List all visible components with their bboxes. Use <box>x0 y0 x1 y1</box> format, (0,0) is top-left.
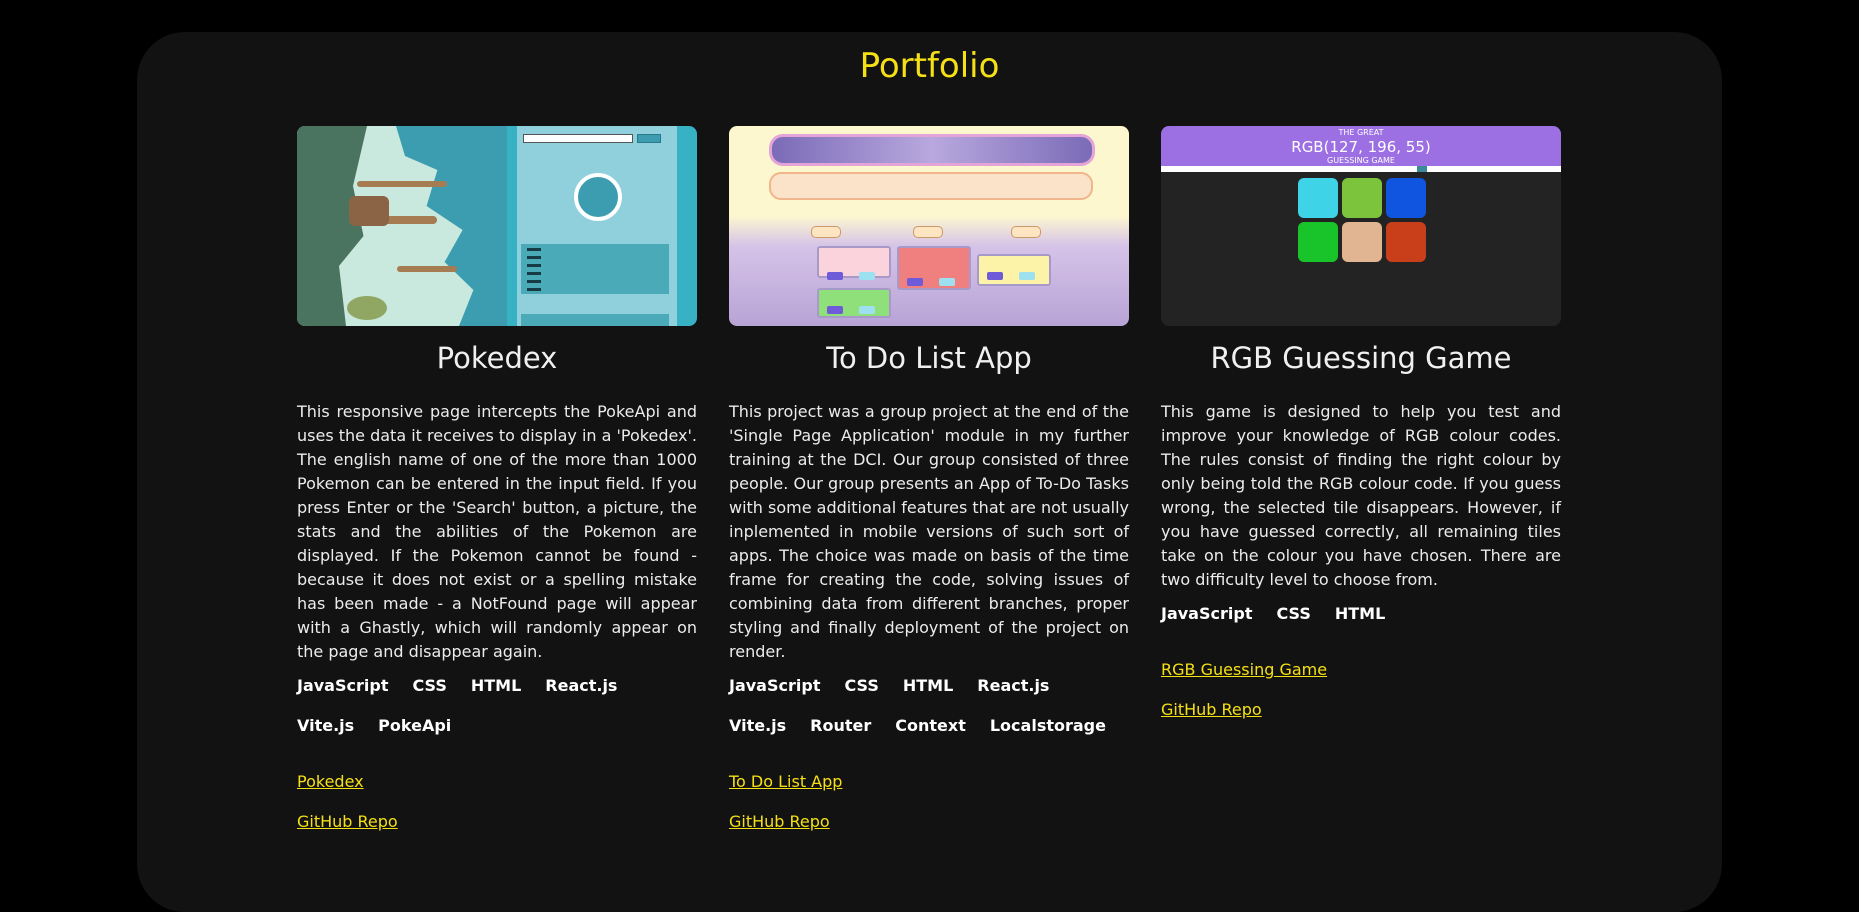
project-links: To Do List App GitHub Repo <box>729 770 1129 834</box>
tag: HTML <box>902 676 954 695</box>
tag: Localstorage <box>989 716 1106 735</box>
project-links: RGB Guessing Game GitHub Repo <box>1161 658 1561 722</box>
tag: CSS <box>412 676 447 695</box>
color-tile <box>1298 178 1338 218</box>
live-demo-link[interactable]: To Do List App <box>729 770 1129 794</box>
github-repo-link[interactable]: GitHub Repo <box>729 810 1129 834</box>
project-card-todo: To Do List App This project was a group … <box>729 126 1129 850</box>
tag: Router <box>810 716 872 735</box>
rgb-thumb-header: THE GREAT RGB(127, 196, 55) GUESSING GAM… <box>1161 126 1561 166</box>
tag: Context <box>895 716 966 735</box>
tag: React.js <box>545 676 618 695</box>
tag: PokeApi <box>378 716 452 735</box>
rgb-thumb-title-small: THE GREAT <box>1338 128 1384 137</box>
tag: JavaScript <box>1161 604 1253 623</box>
portfolio-section: Portfolio Pokedex This responsive page i… <box>137 32 1722 912</box>
project-description: This project was a group project at the … <box>729 402 1130 661</box>
color-tile <box>1342 178 1382 218</box>
project-screenshot-todo <box>729 126 1129 326</box>
tag: HTML <box>1334 604 1386 623</box>
rgb-thumb-code: RGB(127, 196, 55) <box>1291 138 1431 156</box>
tag: JavaScript <box>297 676 389 695</box>
tag: HTML <box>470 676 522 695</box>
tech-tags: JavaScript CSS HTML React.js Vite.js Pok… <box>297 674 697 738</box>
tag: CSS <box>844 676 879 695</box>
live-demo-link[interactable]: RGB Guessing Game <box>1161 658 1561 682</box>
github-repo-link[interactable]: GitHub Repo <box>297 810 697 834</box>
project-links: Pokedex GitHub Repo <box>297 770 697 834</box>
project-card-pokedex: Pokedex This responsive page intercepts … <box>297 126 697 850</box>
project-card-rgb: THE GREAT RGB(127, 196, 55) GUESSING GAM… <box>1161 126 1561 738</box>
tag: CSS <box>1276 604 1311 623</box>
color-tile <box>1298 222 1338 262</box>
tag: Vite.js <box>729 716 787 735</box>
tag: JavaScript <box>729 676 821 695</box>
project-screenshot-pokedex <box>297 126 697 326</box>
github-repo-link[interactable]: GitHub Repo <box>1161 698 1561 722</box>
page-title: Portfolio <box>859 46 1000 86</box>
tech-tags: JavaScript CSS HTML <box>1161 602 1561 626</box>
project-title: RGB Guessing Game <box>1210 341 1512 375</box>
project-screenshot-rgb: THE GREAT RGB(127, 196, 55) GUESSING GAM… <box>1161 126 1561 326</box>
color-tile <box>1386 178 1426 218</box>
tag: React.js <box>977 676 1050 695</box>
color-tile <box>1342 222 1382 262</box>
project-description: This responsive page intercepts the Poke… <box>297 402 697 661</box>
project-description: This game is designed to help you test a… <box>1161 402 1561 589</box>
color-tile <box>1386 222 1426 262</box>
rgb-thumb-subtitle: GUESSING GAME <box>1327 156 1395 165</box>
project-title: To Do List App <box>826 341 1032 375</box>
live-demo-link[interactable]: Pokedex <box>297 770 697 794</box>
tech-tags: JavaScript CSS HTML React.js Vite.js Rou… <box>729 674 1129 738</box>
tag: Vite.js <box>297 716 355 735</box>
project-title: Pokedex <box>436 341 558 375</box>
